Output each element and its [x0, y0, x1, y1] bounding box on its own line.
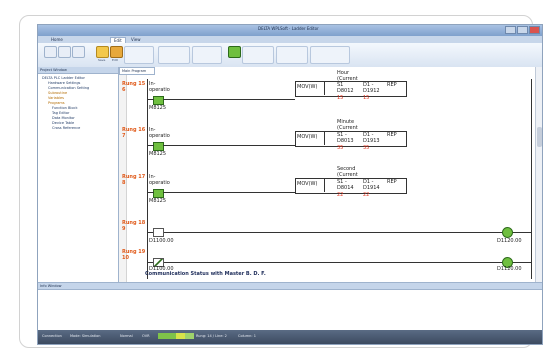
application-window: DELTA WPLSoft · Ladder Editor Home Edit …: [37, 24, 543, 345]
close-button[interactable]: [529, 26, 540, 34]
contact-comment-2: operatio: [149, 87, 170, 93]
rung-number: 8: [122, 180, 126, 186]
contact-m8125[interactable]: [153, 96, 164, 105]
ribbon-group-2: [158, 46, 190, 64]
tree-item[interactable]: Cross Reference: [42, 126, 89, 131]
ribbon-button-2[interactable]: [58, 46, 71, 58]
contact-comment-2: operatio: [149, 180, 170, 186]
ribbon-group-5: [276, 46, 308, 64]
mov-d1-value: D1912: [363, 88, 380, 94]
right-power-rail: [531, 79, 532, 279]
scrollbar-thumb[interactable]: [537, 127, 542, 147]
coil-d1120[interactable]: [502, 227, 513, 238]
mov-opcode: MOV(W): [297, 134, 318, 140]
box-divider: [324, 131, 325, 145]
live-value-2: 22: [363, 192, 370, 198]
mov-rep: REP: [387, 179, 397, 185]
status-ovr: OVR: [142, 334, 150, 338]
mov-s1-value: D8012: [337, 88, 354, 94]
ribbon-button-3[interactable]: [72, 46, 85, 58]
contact-address: M8125: [149, 151, 167, 157]
contact-comment-2: operatio: [149, 133, 170, 139]
rung-label: Rung 16: [122, 127, 146, 133]
box-divider: [324, 81, 325, 95]
rung-label: Rung 18: [122, 220, 146, 226]
ribbon-button-1[interactable]: [44, 46, 57, 58]
live-value-1: 22: [337, 192, 344, 198]
coil-address: D1120.00: [497, 266, 522, 272]
wire: [163, 192, 295, 193]
wire: [148, 262, 531, 263]
mov-s1-value: D8013: [337, 138, 354, 144]
status-position: Rung: 14 / Line: 2: [196, 334, 227, 338]
project-pane: Project Window DELTA PLC Ladder Editor H…: [38, 67, 119, 282]
contact-address: M8125: [149, 105, 167, 111]
editor-tab[interactable]: Main Program: [119, 67, 155, 75]
window-title: DELTA WPLSoft · Ladder Editor: [258, 26, 319, 31]
live-value-1: 15: [337, 95, 344, 101]
ribbon-group-1: [124, 46, 154, 64]
rung-label: Rung 15: [122, 81, 146, 87]
status-normal: Normal: [120, 334, 133, 338]
mov-s1-value: D8014: [337, 185, 354, 191]
rung-number: 10: [122, 255, 129, 261]
mov-opcode: MOV(W): [297, 181, 318, 187]
vertical-scrollbar[interactable]: [535, 67, 542, 282]
status-indicator-3: [176, 333, 185, 339]
left-power-rail: [147, 79, 148, 279]
save-label: Save: [98, 58, 106, 62]
mov-d1-value: D1913: [363, 138, 380, 144]
ribbon-group-6: [310, 46, 350, 64]
coil-address: D1120.00: [497, 238, 522, 244]
edit-button[interactable]: [110, 46, 123, 58]
wire: [163, 99, 295, 100]
ribbon-group-3: [192, 46, 222, 64]
minimize-button[interactable]: [505, 26, 516, 34]
rung-number: 7: [122, 133, 126, 139]
project-pane-title: Project Window: [38, 67, 118, 74]
title-bar: DELTA WPLSoft · Ladder Editor: [38, 25, 542, 36]
contact-m8125[interactable]: [153, 189, 164, 198]
rung-number: 9: [122, 226, 126, 232]
live-value-1: 35: [337, 145, 344, 151]
ribbon-tabs: Home Edit View: [38, 36, 542, 44]
status-indicator-2: [167, 333, 176, 339]
live-value-2: 15: [363, 95, 370, 101]
run-button[interactable]: [228, 46, 241, 58]
contact-d1100[interactable]: [153, 228, 164, 237]
edit-label: Edit: [112, 58, 118, 62]
rung-number: 6: [122, 87, 126, 93]
project-tree: DELTA PLC Ladder Editor Hardware Setting…: [42, 76, 89, 131]
wire: [148, 192, 154, 193]
window-controls: [505, 26, 540, 34]
wire: [163, 145, 295, 146]
info-pane: Info Window: [38, 282, 542, 331]
ribbon-group-4: [242, 46, 274, 64]
mov-d1-value: D1914: [363, 185, 380, 191]
ribbon-toolbar: Save Edit: [38, 43, 542, 68]
mov-rep: REP: [387, 132, 397, 138]
maximize-button[interactable]: [517, 26, 528, 34]
status-indicator-1: [158, 333, 167, 339]
contact-m8125[interactable]: [153, 142, 164, 151]
rung-label: Rung 17: [122, 174, 146, 180]
status-column: Column: 1: [238, 334, 256, 338]
info-pane-title: Info Window: [38, 283, 542, 290]
mov-opcode: MOV(W): [297, 84, 318, 90]
mov-rep: REP: [387, 82, 397, 88]
wire: [148, 99, 154, 100]
box-divider: [324, 178, 325, 192]
wire: [148, 232, 531, 233]
communication-status-message: Communication Status with Master B. D. F…: [145, 271, 266, 277]
status-mode: Mode: Simulation: [70, 334, 101, 338]
contact-address: D1100.00: [149, 238, 174, 244]
status-bar: Connection Mode: Simulation Normal OVR R…: [38, 330, 542, 344]
wire: [148, 145, 154, 146]
contact-address: M8125: [149, 198, 167, 204]
status-indicator-4: [185, 333, 194, 339]
live-value-2: 35: [363, 145, 370, 151]
status-connection: Connection: [42, 334, 62, 338]
save-button[interactable]: [96, 46, 109, 58]
ladder-editor[interactable]: Main Program Rung 15 6 In- operatio M812…: [119, 67, 535, 290]
